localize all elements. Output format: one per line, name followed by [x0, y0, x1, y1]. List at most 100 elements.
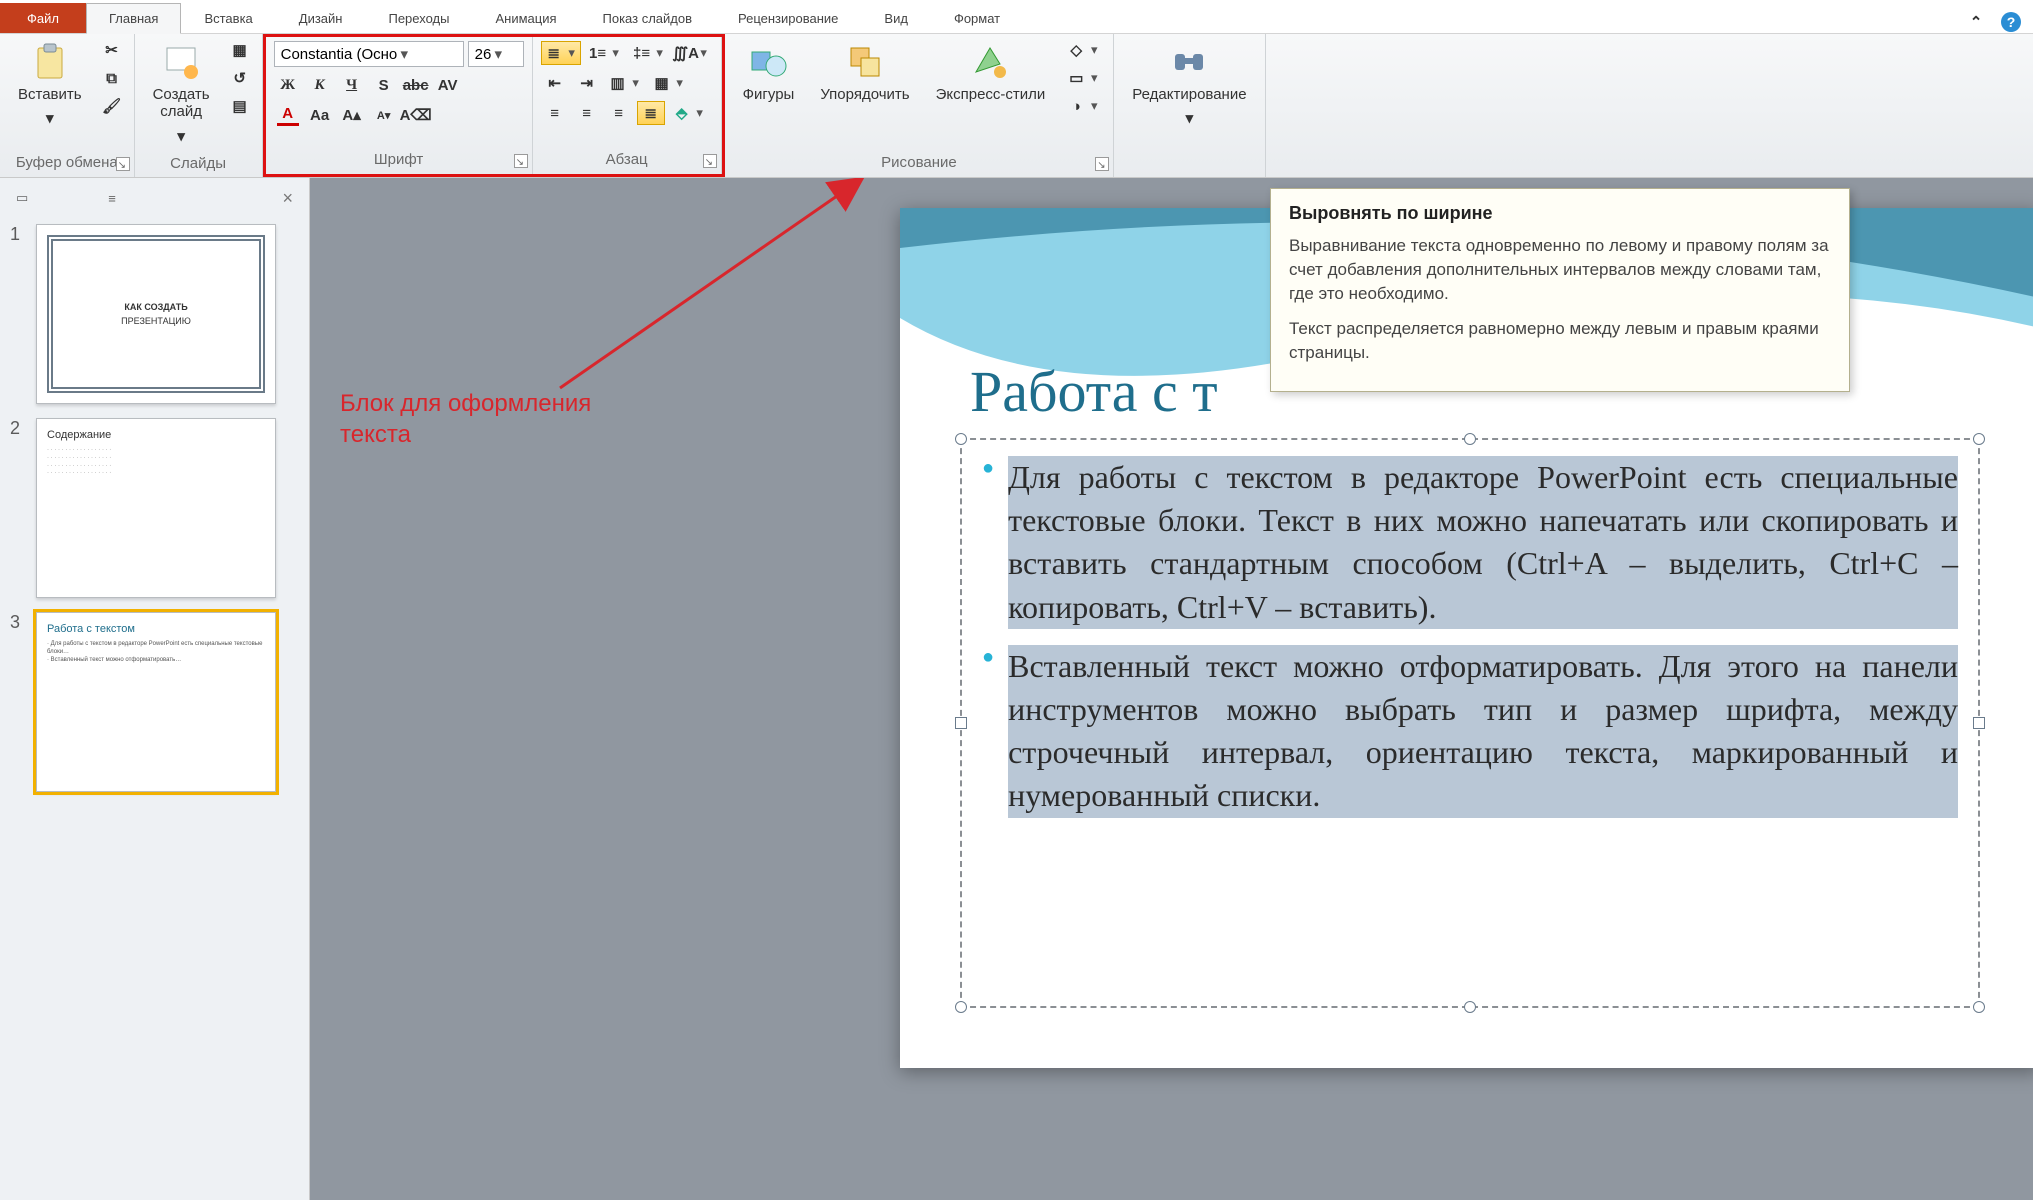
italic-button[interactable]: К — [306, 73, 334, 97]
minimize-ribbon-icon[interactable]: ⌃ — [1965, 11, 1987, 33]
help-icon[interactable]: ? — [2001, 12, 2021, 32]
group-editing: Редактирование ▾ — [1114, 34, 1265, 177]
char-spacing-button[interactable]: AV — [434, 73, 462, 97]
shape-effects-button[interactable]: ◑▾ — [1061, 94, 1105, 118]
shapes-label: Фигуры — [743, 86, 795, 103]
editing-button[interactable]: Редактирование ▾ — [1122, 38, 1256, 133]
outline-icon: ▭ — [1065, 67, 1087, 89]
tab-transitions[interactable]: Переходы — [365, 3, 472, 33]
clipboard-icon — [30, 42, 70, 82]
chevron-down-icon: ▾ — [170, 125, 192, 147]
section-icon: ▤ — [229, 95, 251, 117]
line-spacing-button[interactable]: ‡≡▾ — [629, 41, 669, 65]
align-left-button[interactable]: ≡ — [541, 101, 569, 125]
panel-tabs: ▭ ≡ × — [10, 186, 299, 210]
align-center-button[interactable]: ≡ — [573, 101, 601, 125]
align-right-button[interactable]: ≡ — [605, 101, 633, 125]
align-left-icon: ≡ — [544, 102, 566, 124]
tab-format[interactable]: Формат — [931, 3, 1023, 33]
tab-slideshow[interactable]: Показ слайдов — [580, 3, 716, 33]
shape-outline-button[interactable]: ▭▾ — [1061, 66, 1105, 90]
cut-button[interactable]: ✂ — [98, 38, 126, 62]
shadow-button[interactable]: S — [370, 73, 398, 97]
tooltip-title: Выровнять по ширине — [1289, 203, 1831, 224]
thumbnail-1[interactable]: 1 КАК СОЗДАТЬ ПРЕЗЕНТАЦИЮ — [10, 224, 299, 404]
decrease-indent-button[interactable]: ⇤ — [541, 71, 569, 95]
cursor-icon: ↖ — [1315, 178, 1333, 180]
fill-icon: ◇ — [1065, 39, 1087, 61]
change-case-button[interactable]: Aa — [306, 103, 334, 127]
align-text-button[interactable]: ▦▾ — [649, 71, 689, 95]
thumb-title: Работа с текстом — [47, 623, 265, 635]
format-painter-button[interactable]: 🖌 — [98, 94, 126, 118]
quick-styles-button[interactable]: Экспресс-стили — [926, 38, 1056, 107]
workspace: ▭ ≡ × 1 КАК СОЗДАТЬ ПРЕЗЕНТАЦИЮ 2 Содерж… — [0, 178, 2033, 1200]
bold-button[interactable]: Ж — [274, 73, 302, 97]
slides-tab-icon[interactable]: ▭ — [16, 190, 28, 206]
text-direction-button[interactable]: ∭A▾ — [673, 41, 713, 65]
tab-design[interactable]: Дизайн — [276, 3, 366, 33]
clipboard-launcher[interactable] — [116, 157, 130, 171]
drawing-launcher[interactable] — [1095, 157, 1109, 171]
shape-fill-button[interactable]: ◇▾ — [1061, 38, 1105, 62]
group-slides: Создать слайд ▾ ▦ ↺ ▤ Слайды — [135, 34, 263, 177]
increase-indent-button[interactable]: ⇥ — [573, 71, 601, 95]
grow-font-button[interactable]: A▴ — [338, 103, 366, 127]
shrink-font-button[interactable]: A▾ — [370, 103, 398, 127]
tab-insert[interactable]: Вставка — [181, 3, 275, 33]
tab-animation[interactable]: Анимация — [472, 3, 579, 33]
group-editing-label — [1122, 150, 1256, 177]
clear-format-button[interactable]: A⌫ — [402, 103, 430, 127]
close-panel-icon[interactable]: × — [282, 188, 293, 209]
text-direction-icon: ∭A — [675, 42, 697, 64]
layout-button[interactable]: ▦ — [226, 38, 254, 62]
tooltip-body-1: Выравнивание текста одновременно по лево… — [1289, 234, 1831, 305]
bullets-button[interactable]: ≣▾ — [541, 41, 581, 65]
text-placeholder[interactable]: Для работы с текстом в редакторе PowerPo… — [960, 438, 1980, 1008]
new-slide-button[interactable]: Создать слайд ▾ — [143, 38, 220, 151]
font-name-combo[interactable]: Constantia (Осно ▾ — [274, 41, 464, 67]
smartart-button[interactable]: ⬘▾ — [669, 101, 709, 125]
tab-review[interactable]: Рецензирование — [715, 3, 861, 33]
strike-button[interactable]: abc — [402, 73, 430, 97]
font-size-combo[interactable]: 26 ▾ — [468, 41, 524, 67]
underline-button[interactable]: Ч — [338, 73, 366, 97]
thumbnail-2[interactable]: 2 Содержание · · · · · · · · · · · · · ·… — [10, 418, 299, 598]
group-paragraph: ≣▾ 1≡▾ ‡≡▾ ∭A▾ ⇤ ⇥ ▥▾ ▦▾ ≡ ≡ ≡ ≣ ⬘▾ — [533, 37, 722, 174]
slide-title[interactable]: Работа с т — [970, 358, 1218, 425]
outline-tab-icon[interactable]: ≡ — [108, 191, 116, 206]
thumb-sub: ПРЕЗЕНТАЦИЮ — [121, 316, 191, 326]
slide-canvas[interactable]: Блок для оформления текста Выровнять по … — [310, 178, 2033, 1200]
tab-file[interactable]: Файл — [0, 3, 86, 33]
text-shadow-icon: S — [373, 74, 395, 96]
reset-button[interactable]: ↺ — [226, 66, 254, 90]
paragraph-launcher[interactable] — [703, 154, 717, 168]
scissors-icon: ✂ — [101, 39, 123, 61]
smartart-icon: ⬘ — [671, 102, 693, 124]
tab-home[interactable]: Главная — [86, 3, 181, 34]
new-slide-label: Создать слайд — [153, 86, 210, 121]
shapes-icon — [748, 42, 788, 82]
shapes-button[interactable]: Фигуры — [733, 38, 805, 107]
strike-icon: abc — [405, 74, 427, 96]
brush-icon: 🖌 — [101, 95, 123, 117]
new-slide-icon — [161, 42, 201, 82]
thumb-title: Содержание — [47, 429, 265, 441]
paste-button[interactable]: Вставить ▾ — [8, 38, 92, 133]
font-color-button[interactable]: A — [274, 103, 302, 127]
bold-icon: Ж — [277, 74, 299, 96]
thumbnail-3[interactable]: 3 Работа с текстом · Для работы с тексто… — [10, 612, 299, 792]
justify-button[interactable]: ≣ — [637, 101, 665, 125]
tab-view[interactable]: Вид — [861, 3, 931, 33]
section-button[interactable]: ▤ — [226, 94, 254, 118]
copy-button[interactable]: ⧉ — [98, 66, 126, 90]
font-launcher[interactable] — [514, 154, 528, 168]
numbering-button[interactable]: 1≡▾ — [585, 41, 625, 65]
change-case-icon: Aa — [309, 104, 331, 126]
binoculars-icon — [1169, 42, 1209, 82]
columns-button[interactable]: ▥▾ — [605, 71, 645, 95]
arrange-button[interactable]: Упорядочить — [810, 38, 919, 107]
columns-icon: ▥ — [607, 72, 629, 94]
shrink-font-icon: A▾ — [373, 104, 395, 126]
thumb-preview: КАК СОЗДАТЬ ПРЕЗЕНТАЦИЮ — [36, 224, 276, 404]
